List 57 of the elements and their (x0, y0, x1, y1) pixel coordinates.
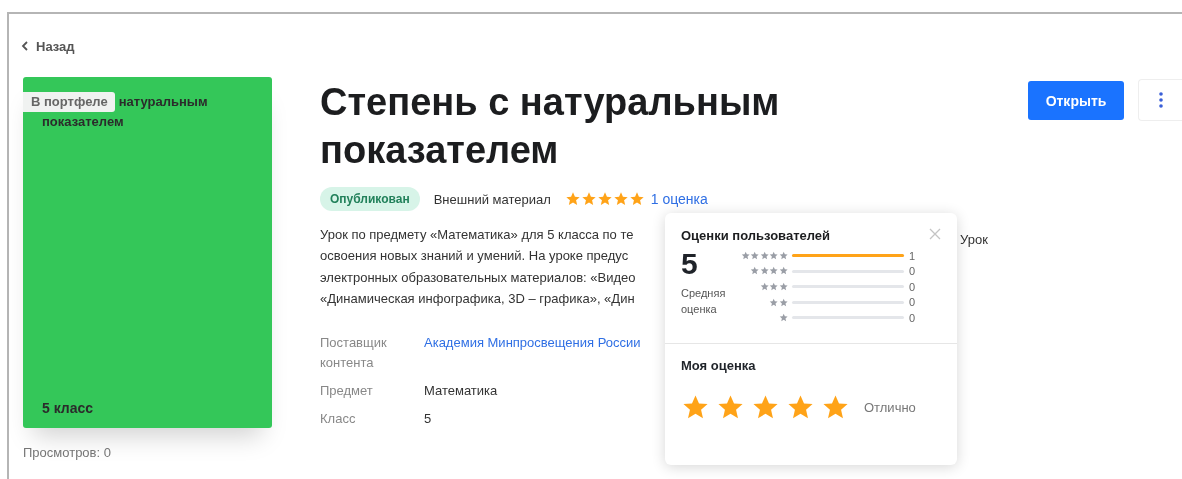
my-rating-label: Отлично (864, 400, 916, 416)
more-icon (1158, 92, 1163, 108)
meta-label: Поставщик контента (320, 334, 388, 373)
description-text: Урок по предмету «Математика» для 5 класса по те (320, 226, 634, 244)
star-icon (750, 250, 760, 261)
open-button[interactable]: Открыть (1028, 81, 1124, 120)
rating-count: 0 (909, 296, 916, 309)
star-icon (778, 313, 788, 323)
my-rating-title: Моя оценка (681, 358, 757, 374)
rating-count: 0 (909, 265, 916, 278)
description-text: Урок (960, 232, 988, 247)
more-button[interactable] (1138, 79, 1182, 121)
grade-label: 5 класс (42, 400, 95, 416)
average-rating: 5 (681, 249, 699, 279)
cover-title: натуральным (118, 93, 208, 111)
star-icon (778, 297, 788, 307)
cover-title: показателем (42, 114, 124, 129)
star-icon (778, 282, 788, 292)
star-icon (769, 266, 779, 276)
chevron-left-icon (21, 41, 30, 51)
star-icon (628, 191, 645, 207)
popup-title: Оценки пользователей (681, 228, 831, 243)
portfolio-badge: В портфеле (23, 92, 115, 112)
provider-link[interactable]: Академия Минпросвещения России (424, 333, 641, 354)
star-icon (759, 250, 770, 261)
star-icon (741, 250, 751, 261)
star-icon (769, 250, 779, 261)
meta-label: Класс (320, 410, 357, 429)
star-icon (564, 191, 581, 207)
description-text: освоения новых знаний и умений. На уроке предус (320, 247, 629, 266)
star-icon (596, 191, 613, 207)
meta-label: Предмет (320, 382, 374, 401)
description-text: электронных образовательных материалов: «Видео (320, 268, 636, 287)
description-text: «Динамическая инфографика, 3D – графика», «Дин (320, 289, 635, 308)
meta-value: 5 (424, 410, 433, 429)
close-icon (929, 227, 941, 240)
star-icon (769, 282, 779, 292)
star-icon (778, 266, 788, 276)
rating-count: 1 (909, 249, 916, 262)
ratings-link[interactable]: 1 оценка (650, 191, 708, 207)
page-title: Степень с натуральным показателем (320, 80, 781, 173)
star-icon (612, 191, 629, 207)
average-label: Средняя оценка (681, 286, 727, 317)
source-label: Внешний материал (433, 191, 551, 207)
star-icon (759, 266, 770, 276)
star-icon (580, 191, 597, 207)
rating-count: 0 (909, 280, 916, 293)
star-icon (750, 266, 760, 276)
star-icon (759, 282, 770, 292)
star-icon (769, 297, 779, 307)
views-count: Просмотров: 0 (23, 445, 112, 460)
star-icon (778, 250, 788, 261)
status-badge: Опубликован (320, 187, 420, 211)
meta-value: Математика (424, 382, 499, 401)
rating-count: 0 (909, 311, 916, 324)
cover-card[interactable]: В портфеле натуральным показателем 5 класс (23, 77, 272, 428)
back-link[interactable]: Назад (21, 38, 75, 54)
